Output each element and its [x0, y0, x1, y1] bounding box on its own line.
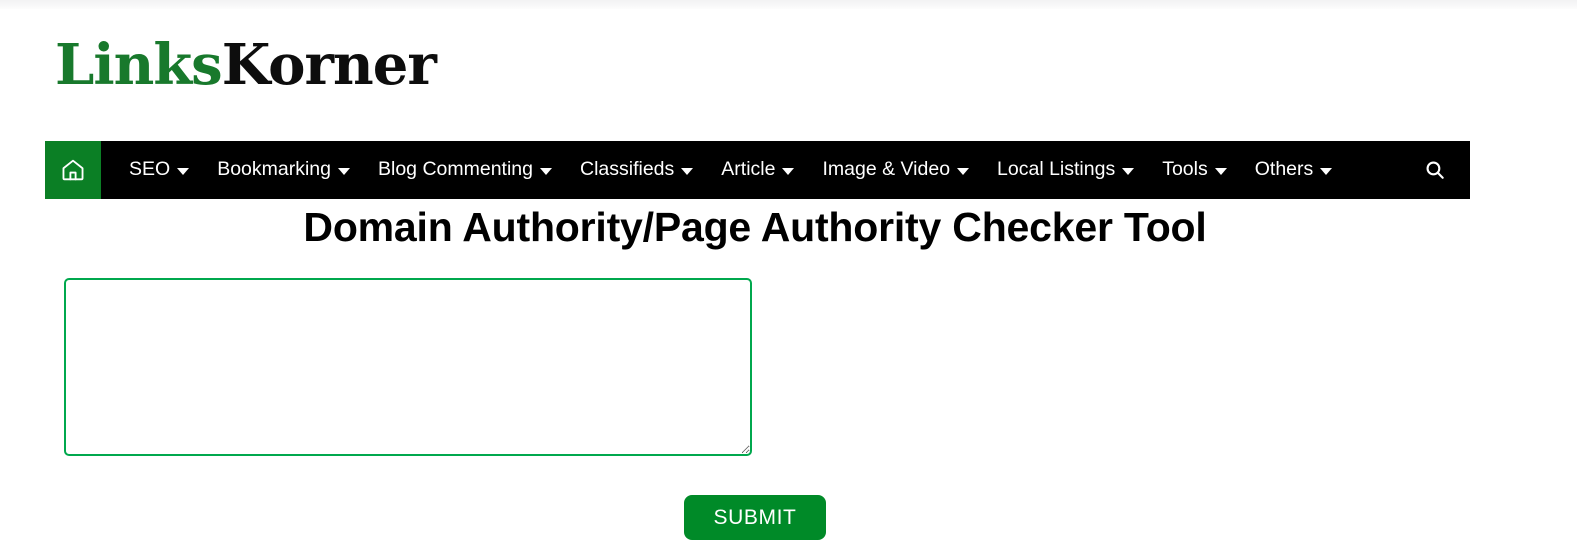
nav-item-local-listings[interactable]: Local Listings: [983, 141, 1148, 199]
home-icon: [60, 157, 86, 183]
chevron-down-icon: [957, 167, 970, 175]
nav-item-label: Local Listings: [997, 158, 1116, 181]
nav-item-label: Article: [721, 158, 776, 181]
main-content: Domain Authority/Page Authority Checker …: [0, 199, 1577, 557]
chevron-down-icon: [782, 167, 795, 175]
nav-item-classifieds[interactable]: Classifieds: [566, 141, 707, 199]
chevron-down-icon: [1214, 167, 1227, 175]
nav-item-tools[interactable]: Tools: [1148, 141, 1241, 199]
nav-item-label: Tools: [1162, 158, 1208, 181]
nav-item-image-video[interactable]: Image & Video: [808, 141, 983, 199]
nav-item-label: Classifieds: [580, 158, 675, 181]
submit-button[interactable]: SUBMIT: [683, 495, 827, 540]
nav-item-others[interactable]: Others: [1241, 141, 1347, 199]
page-title: Domain Authority/Page Authority Checker …: [303, 204, 1207, 250]
nav-item-label: Blog Commenting: [378, 158, 533, 181]
nav-item-bookmarking[interactable]: Bookmarking: [203, 141, 364, 199]
page-root: LinksKorner SEO Bookmarking Blog Comment…: [0, 0, 1577, 557]
primary-navbar: SEO Bookmarking Blog Commenting Classifi…: [45, 141, 1470, 199]
chevron-down-icon: [1320, 167, 1333, 175]
nav-item-seo[interactable]: SEO: [115, 141, 203, 199]
chevron-down-icon: [681, 167, 694, 175]
chevron-down-icon: [338, 167, 350, 175]
nav-item-label: Bookmarking: [217, 158, 331, 181]
chevron-down-icon: [177, 167, 190, 175]
search-icon: [1424, 159, 1446, 181]
nav-item-label: Others: [1254, 158, 1314, 181]
nav-home-button[interactable]: [45, 141, 101, 199]
site-header: LinksKorner: [0, 9, 1577, 141]
nav-item-label: SEO: [129, 158, 171, 181]
nav-item-article[interactable]: Article: [707, 141, 808, 199]
domain-list-input[interactable]: [64, 278, 752, 456]
site-logo[interactable]: LinksKorner: [55, 37, 437, 93]
logo-text-primary: Links: [55, 32, 223, 98]
nav-items: SEO Bookmarking Blog Commenting Classifi…: [101, 141, 1470, 199]
logo-text-secondary: Korner: [221, 32, 437, 98]
submit-row: SUBMIT: [0, 495, 1510, 540]
nav-search-button[interactable]: [1400, 159, 1470, 181]
top-strip: [0, 0, 1577, 9]
nav-item-blog-commenting[interactable]: Blog Commenting: [364, 141, 566, 199]
chevron-down-icon: [540, 167, 552, 175]
chevron-down-icon: [1122, 167, 1135, 175]
nav-item-label: Image & Video: [822, 158, 951, 181]
